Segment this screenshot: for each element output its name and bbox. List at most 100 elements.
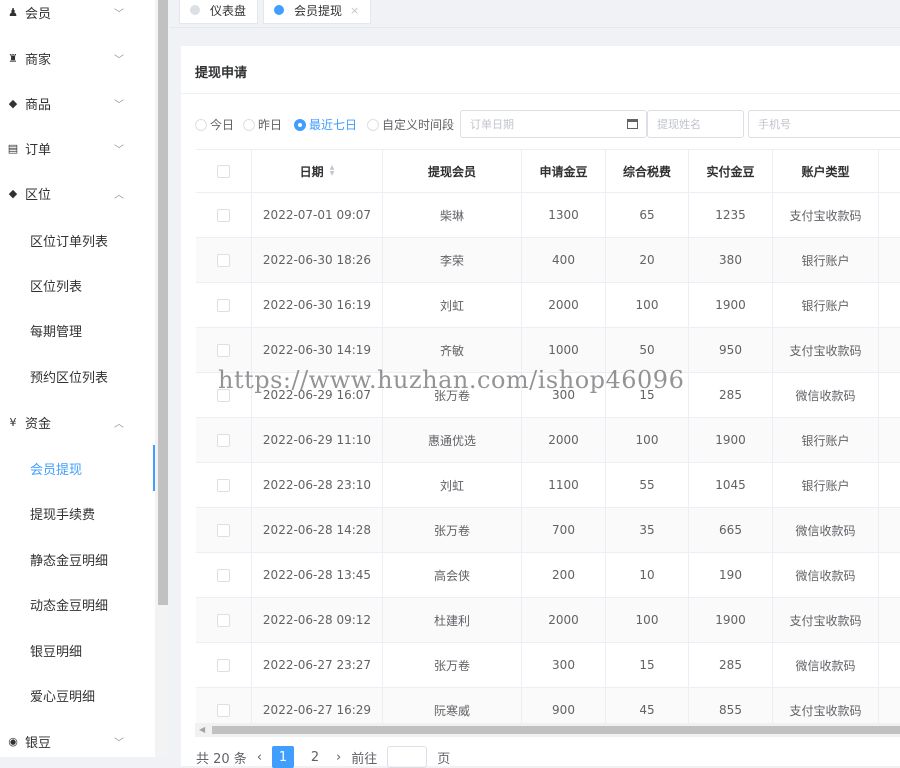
row-select-cell[interactable] bbox=[196, 238, 252, 282]
table-row[interactable]: 2022-06-27 23:27 张万卷 300 15 285 微信收款码 bbox=[196, 643, 900, 688]
menu-goods[interactable]: ◆ 商品 ﹀ bbox=[0, 81, 155, 125]
row-select-cell[interactable] bbox=[196, 418, 252, 462]
scrollbar-thumb[interactable] bbox=[212, 726, 900, 734]
radio-label: 最近七日 bbox=[309, 118, 358, 132]
header-apply-amount: 申请金豆 bbox=[522, 150, 606, 192]
radio-custom-range[interactable]: 自定义时间段 bbox=[367, 116, 454, 133]
cell-extra bbox=[879, 373, 900, 417]
table-row[interactable]: 2022-06-30 18:26 李荣 400 20 380 银行账户 bbox=[196, 238, 900, 283]
next-page-button[interactable]: › bbox=[336, 750, 341, 765]
sort-icon[interactable]: ▲ ▼ bbox=[330, 165, 335, 177]
header-date[interactable]: 日期 ▲ ▼ bbox=[252, 150, 383, 192]
radio-last-seven-days[interactable]: 最近七日 bbox=[294, 116, 357, 133]
cell-apply-amount: 300 bbox=[522, 643, 606, 687]
goto-label: 前往 bbox=[351, 751, 378, 767]
row-select-cell[interactable] bbox=[196, 598, 252, 642]
cell-tax: 100 bbox=[606, 418, 689, 462]
checkbox[interactable] bbox=[217, 298, 230, 312]
table-row[interactable]: 2022-06-28 09:12 杜建利 2000 100 1900 支付宝收款码 bbox=[196, 598, 900, 643]
checkbox[interactable] bbox=[217, 164, 230, 178]
header-member: 提现会员 bbox=[383, 150, 522, 192]
menu-silver[interactable]: ◉ 银豆 ﹀ bbox=[0, 719, 155, 763]
tab-bar: 仪表盘 会员提现 × bbox=[170, 0, 900, 28]
submenu-location-orders[interactable]: 区位订单列表 bbox=[0, 218, 155, 263]
cell-account-type: 微信收款码 bbox=[773, 553, 879, 597]
table-row[interactable]: 2022-06-30 16:19 刘虹 2000 100 1900 银行账户 bbox=[196, 283, 900, 328]
table-row[interactable]: 2022-07-01 09:07 柴琳 1300 65 1235 支付宝收款码 bbox=[196, 193, 900, 238]
cell-member: 张万卷 bbox=[383, 508, 522, 552]
radio-label: 昨日 bbox=[258, 118, 283, 132]
row-select-cell[interactable] bbox=[196, 283, 252, 327]
checkbox[interactable] bbox=[217, 208, 230, 222]
cell-tax: 15 bbox=[606, 643, 689, 687]
checkbox[interactable] bbox=[217, 613, 230, 627]
cell-account-type: 银行账户 bbox=[773, 238, 879, 282]
page-jump-input[interactable] bbox=[387, 746, 428, 768]
radio-label: 自定义时间段 bbox=[382, 118, 455, 132]
withdraw-name-input[interactable]: 提现姓名 bbox=[647, 110, 744, 138]
table-row[interactable]: 2022-06-28 14:28 张万卷 700 35 665 微信收款码 bbox=[196, 508, 900, 553]
menu-merchant[interactable]: ♜ 商家 ﹀ bbox=[0, 36, 155, 80]
header-tax: 综合税费 bbox=[606, 150, 689, 192]
close-icon[interactable]: × bbox=[350, 4, 359, 17]
checkbox[interactable] bbox=[217, 523, 230, 537]
checkbox[interactable] bbox=[217, 478, 230, 492]
select-all-cell[interactable] bbox=[196, 150, 252, 192]
prev-page-button[interactable]: ‹ bbox=[257, 750, 262, 765]
radio-checked-icon bbox=[294, 118, 306, 131]
submenu-silver-bean[interactable]: 银豆明细 bbox=[0, 628, 155, 673]
phone-input[interactable]: 手机号 bbox=[748, 110, 900, 138]
submenu-static-bean[interactable]: 静态金豆明细 bbox=[0, 537, 155, 582]
chevron-down-icon: ﹀ bbox=[114, 99, 124, 111]
menu-order[interactable]: ▤ 订单 ﹀ bbox=[0, 126, 155, 170]
submenu-dynamic-bean[interactable]: 动态金豆明细 bbox=[0, 582, 155, 627]
page-2-button[interactable]: 2 bbox=[304, 746, 326, 768]
order-date-picker[interactable]: 订单日期 bbox=[460, 110, 647, 138]
row-select-cell[interactable] bbox=[196, 553, 252, 597]
radio-today[interactable]: 今日 bbox=[195, 116, 234, 133]
row-select-cell[interactable] bbox=[196, 463, 252, 507]
placeholder: 订单日期 bbox=[470, 118, 514, 131]
checkbox[interactable] bbox=[217, 253, 230, 267]
chevron-down-icon: ﹀ bbox=[114, 8, 124, 20]
submenu-member-withdraw[interactable]: 会员提现 bbox=[0, 446, 155, 491]
tab-member-withdraw[interactable]: 会员提现 × bbox=[263, 0, 371, 24]
row-select-cell[interactable] bbox=[196, 643, 252, 687]
menu-funds[interactable]: ¥ 资金 ︿ bbox=[0, 400, 155, 444]
submenu-love-bean[interactable]: 爱心豆明细 bbox=[0, 673, 155, 718]
radio-circle-icon bbox=[367, 118, 379, 131]
table-row[interactable]: 2022-06-28 23:10 刘虹 1100 55 1045 银行账户 bbox=[196, 463, 900, 508]
menu-label: 银豆 bbox=[25, 735, 52, 751]
header-extra bbox=[879, 150, 900, 192]
checkbox[interactable] bbox=[217, 568, 230, 582]
sidebar-scrollbar-thumb[interactable] bbox=[158, 0, 168, 605]
checkbox[interactable] bbox=[217, 703, 230, 717]
cell-extra bbox=[879, 193, 900, 237]
table-row[interactable]: 2022-06-29 11:10 惠通优选 2000 100 1900 银行账户 bbox=[196, 418, 900, 463]
cell-member: 刘虹 bbox=[383, 463, 522, 507]
row-select-cell[interactable] bbox=[196, 508, 252, 552]
checkbox[interactable] bbox=[217, 658, 230, 672]
scroll-left-icon[interactable]: ◀ bbox=[199, 725, 205, 734]
cell-member: 惠通优选 bbox=[383, 418, 522, 462]
page-1-button[interactable]: 1 bbox=[272, 746, 295, 768]
submenu-withdraw-fee[interactable]: 提现手续费 bbox=[0, 491, 155, 536]
radio-label: 今日 bbox=[210, 118, 235, 132]
menu-location[interactable]: ◆ 区位 ︿ bbox=[0, 171, 155, 215]
submenu-period-manage[interactable]: 每期管理 bbox=[0, 308, 155, 353]
tab-dashboard[interactable]: 仪表盘 bbox=[179, 0, 258, 24]
cell-paid-amount: 1235 bbox=[689, 193, 773, 237]
radio-yesterday[interactable]: 昨日 bbox=[243, 116, 282, 133]
row-select-cell[interactable] bbox=[196, 193, 252, 237]
cell-apply-amount: 2000 bbox=[522, 283, 606, 327]
cell-apply-amount: 2000 bbox=[522, 418, 606, 462]
chevron-down-icon: ﹀ bbox=[114, 144, 124, 156]
table-row[interactable]: 2022-06-28 13:45 高会侠 200 10 190 微信收款码 bbox=[196, 553, 900, 598]
cell-extra bbox=[879, 598, 900, 642]
checkbox[interactable] bbox=[217, 433, 230, 447]
menu-member[interactable]: ♟ 会员 ﹀ bbox=[0, 0, 155, 34]
table-horizontal-scrollbar[interactable]: ◀ bbox=[195, 723, 900, 737]
checkbox[interactable] bbox=[217, 343, 230, 357]
submenu-reserve-list[interactable]: 预约区位列表 bbox=[0, 354, 155, 399]
submenu-location-list[interactable]: 区位列表 bbox=[0, 263, 155, 308]
